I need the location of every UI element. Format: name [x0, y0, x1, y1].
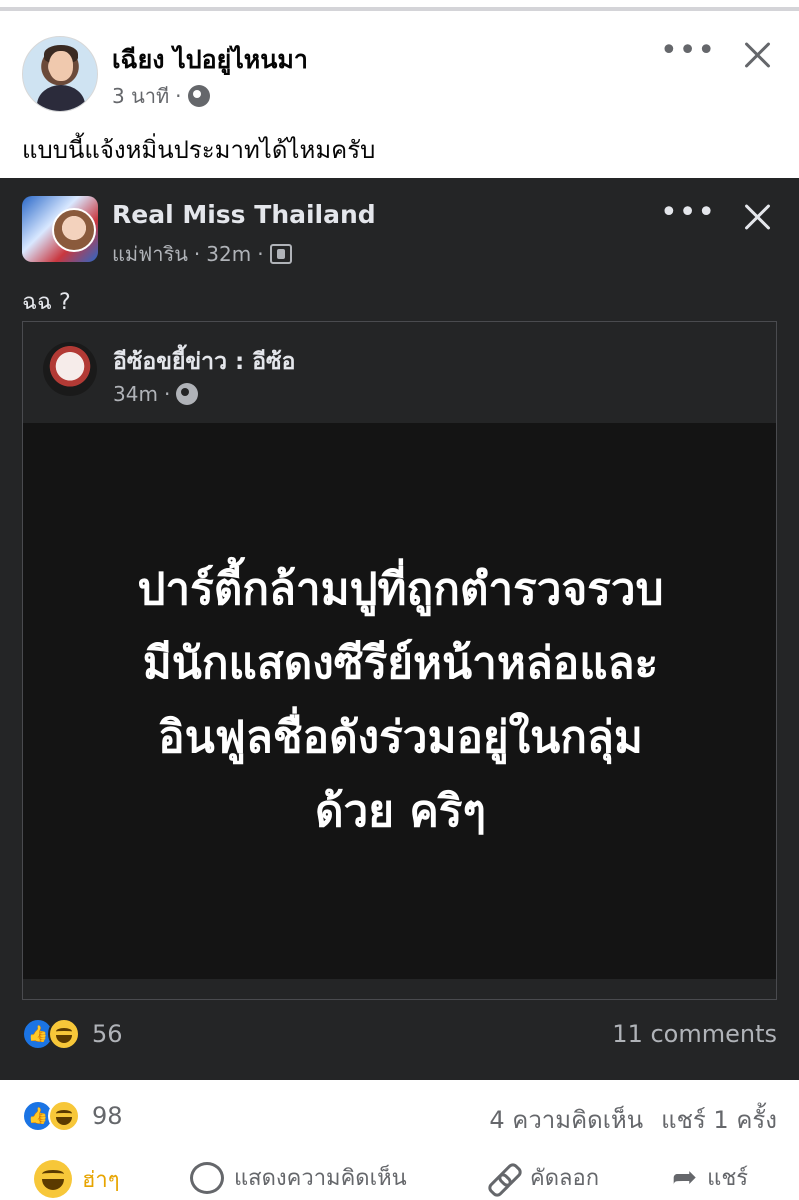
share-label: แชร์ — [707, 1166, 749, 1191]
comment-count[interactable]: 4 ความคิดเห็น — [489, 1100, 643, 1139]
outer-reactions[interactable]: 👍 98 — [22, 1100, 123, 1132]
post-caption: แบบนี้แจ้งหมิ่นประมาทได้ไหมครับ — [22, 136, 376, 164]
shared-post-author[interactable]: แม่ฟาริน — [112, 238, 188, 270]
reaction-icons: 👍 — [22, 1018, 84, 1050]
globe-icon — [176, 383, 199, 405]
share-count[interactable]: แชร์ 1 ครั้ง — [661, 1100, 777, 1139]
top-edge — [0, 0, 799, 14]
original-post-meta: 34m · — [113, 382, 199, 406]
more-options-icon[interactable]: ••• — [660, 198, 716, 228]
reaction-icons: 👍 — [22, 1100, 84, 1132]
post-meta: 3 นาที · — [112, 80, 210, 112]
author-name[interactable]: เฉียง ไปอยู่ไหนมา — [112, 40, 308, 80]
outer-post-stats: 👍 98 4 ความคิดเห็น แชร์ 1 ครั้ง — [0, 1080, 799, 1150]
dot-separator: · — [175, 84, 182, 108]
share-button[interactable]: ➦ แชร์ — [672, 1160, 748, 1195]
shared-post-time[interactable]: 32m — [206, 242, 251, 266]
globe-icon — [187, 85, 210, 107]
close-icon[interactable] — [740, 38, 774, 72]
comment-label: แสดงความคิดเห็น — [234, 1166, 407, 1191]
close-icon[interactable] — [740, 200, 774, 234]
outer-post-header: เฉียง ไปอยู่ไหนมา 3 นาที · ••• — [0, 30, 799, 120]
comment-icon — [190, 1161, 224, 1194]
haha-icon — [48, 1100, 80, 1132]
action-bar: ฮ่าๆ แสดงความคิดเห็น คัดลอก ➦ แชร์ — [0, 1150, 799, 1200]
dot-separator: · — [193, 242, 201, 266]
post-time[interactable]: 3 นาที — [112, 80, 169, 112]
avatar-face — [49, 51, 73, 81]
original-post-time[interactable]: 34m — [113, 382, 158, 406]
original-post-embed[interactable]: อีซ้อขยี้ข่าว : อีซ้อ 34m · ปาร์ตี้กล้าม… — [22, 321, 777, 1000]
news-line: ปาร์ตี้กล้ามปูที่ถูกตำรวจรวบ — [137, 564, 664, 615]
news-image[interactable]: ปาร์ตี้กล้ามปูที่ถูกตำรวจรวบ มีนักแสดงซี… — [23, 423, 776, 979]
link-icon — [486, 1161, 520, 1195]
news-line: อินฟูลชื่อดังร่วมอยู่ในกลุ่ม — [158, 712, 643, 763]
top-divider — [0, 7, 799, 11]
news-line: มีนักแสดงซีรีย์หน้าหล่อและ — [142, 638, 659, 689]
more-options-icon[interactable]: ••• — [660, 36, 716, 66]
share-icon: ➦ — [672, 1159, 698, 1195]
reaction-count: 56 — [92, 1020, 123, 1048]
avatar-shirt — [37, 85, 85, 111]
comment-count[interactable]: 11 comments — [612, 1020, 777, 1048]
shared-post-meta: แม่ฟาริน · 32m · — [112, 238, 292, 270]
page-avatar[interactable] — [22, 196, 98, 262]
copy-label: คัดลอก — [530, 1166, 600, 1191]
haha-reaction-button[interactable]: ฮ่าๆ — [34, 1160, 120, 1198]
page-avatar-photo — [52, 208, 96, 252]
haha-icon — [48, 1018, 80, 1050]
shared-post-caption: ฉฉ ? — [22, 290, 71, 315]
original-author-avatar[interactable] — [43, 342, 97, 396]
copy-link-button[interactable]: คัดลอก — [486, 1160, 599, 1195]
dot-separator: · — [257, 242, 264, 266]
haha-label: ฮ่าๆ — [82, 1167, 120, 1193]
dot-separator: · — [163, 382, 171, 406]
shared-reactions[interactable]: 👍 56 — [22, 1018, 123, 1050]
reaction-count: 98 — [92, 1102, 123, 1130]
news-image-text: ปาร์ตี้กล้ามปูที่ถูกตำรวจรวบ มีนักแสดงซี… — [23, 553, 776, 849]
group-icon — [269, 244, 292, 264]
page-name[interactable]: Real Miss Thailand — [112, 200, 376, 229]
engagement-stats: 4 ความคิดเห็น แชร์ 1 ครั้ง — [489, 1100, 777, 1139]
haha-icon — [34, 1160, 72, 1198]
shared-post-card: Real Miss Thailand แม่ฟาริน · 32m · ••• … — [0, 178, 799, 1080]
avatar[interactable] — [22, 36, 98, 112]
news-line: ด้วย คริๆ — [314, 786, 487, 837]
original-author-name[interactable]: อีซ้อขยี้ข่าว : อีซ้อ — [113, 344, 295, 380]
comment-button[interactable]: แสดงความคิดเห็น — [190, 1160, 407, 1195]
